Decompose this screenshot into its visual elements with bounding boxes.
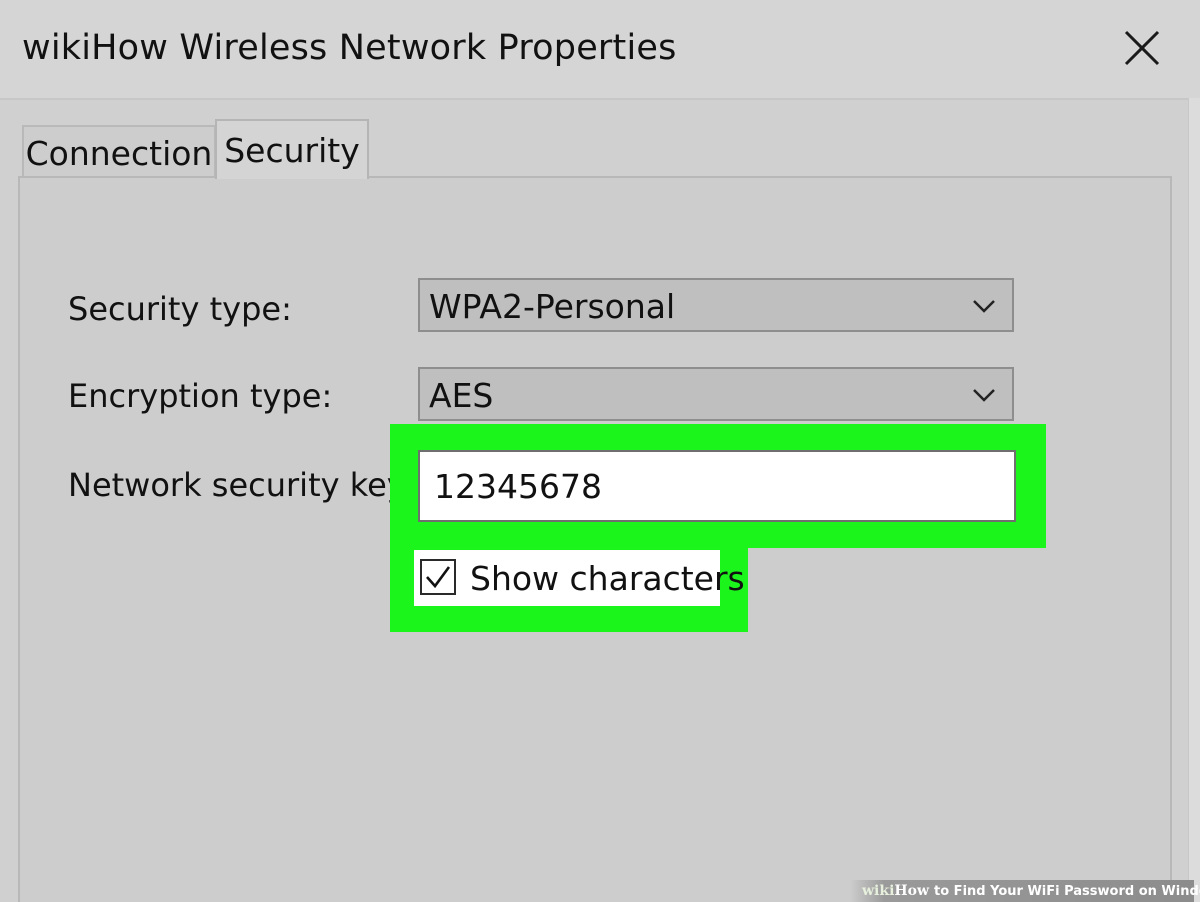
watermark-how: How xyxy=(894,883,930,899)
tab-connection[interactable]: Connection xyxy=(22,125,216,179)
watermark-wiki: wiki xyxy=(862,883,895,899)
show-characters-checkbox[interactable] xyxy=(420,559,456,595)
chevron-down-icon xyxy=(973,389,995,402)
close-icon xyxy=(1124,30,1160,66)
encryption-type-label: Encryption type: xyxy=(68,377,333,415)
show-characters-option[interactable]: Show characters xyxy=(414,550,745,606)
security-type-dropdown[interactable]: WPA2-Personal xyxy=(418,278,1014,332)
wikihow-watermark: wiki How to Find Your WiFi Password on W… xyxy=(850,880,1200,902)
security-type-value: WPA2-Personal xyxy=(429,287,676,326)
tab-security[interactable]: Security xyxy=(215,119,369,179)
window-title: wikiHow Wireless Network Properties xyxy=(22,28,677,68)
watermark-text: to Find Your WiFi Password on Windows xyxy=(934,883,1200,899)
close-button[interactable] xyxy=(1114,20,1170,76)
network-security-key-label: Network security key xyxy=(68,466,406,504)
encryption-type-value: AES xyxy=(429,376,494,415)
chevron-down-icon xyxy=(973,300,995,313)
encryption-type-dropdown[interactable]: AES xyxy=(418,367,1014,421)
scrollbar-edge[interactable] xyxy=(1188,98,1200,902)
checkmark-icon xyxy=(426,566,451,589)
title-bar: wikiHow Wireless Network Properties xyxy=(0,0,1200,100)
security-type-label: Security type: xyxy=(68,290,292,328)
network-security-key-field[interactable] xyxy=(418,450,1016,522)
show-characters-label: Show characters xyxy=(470,559,745,598)
